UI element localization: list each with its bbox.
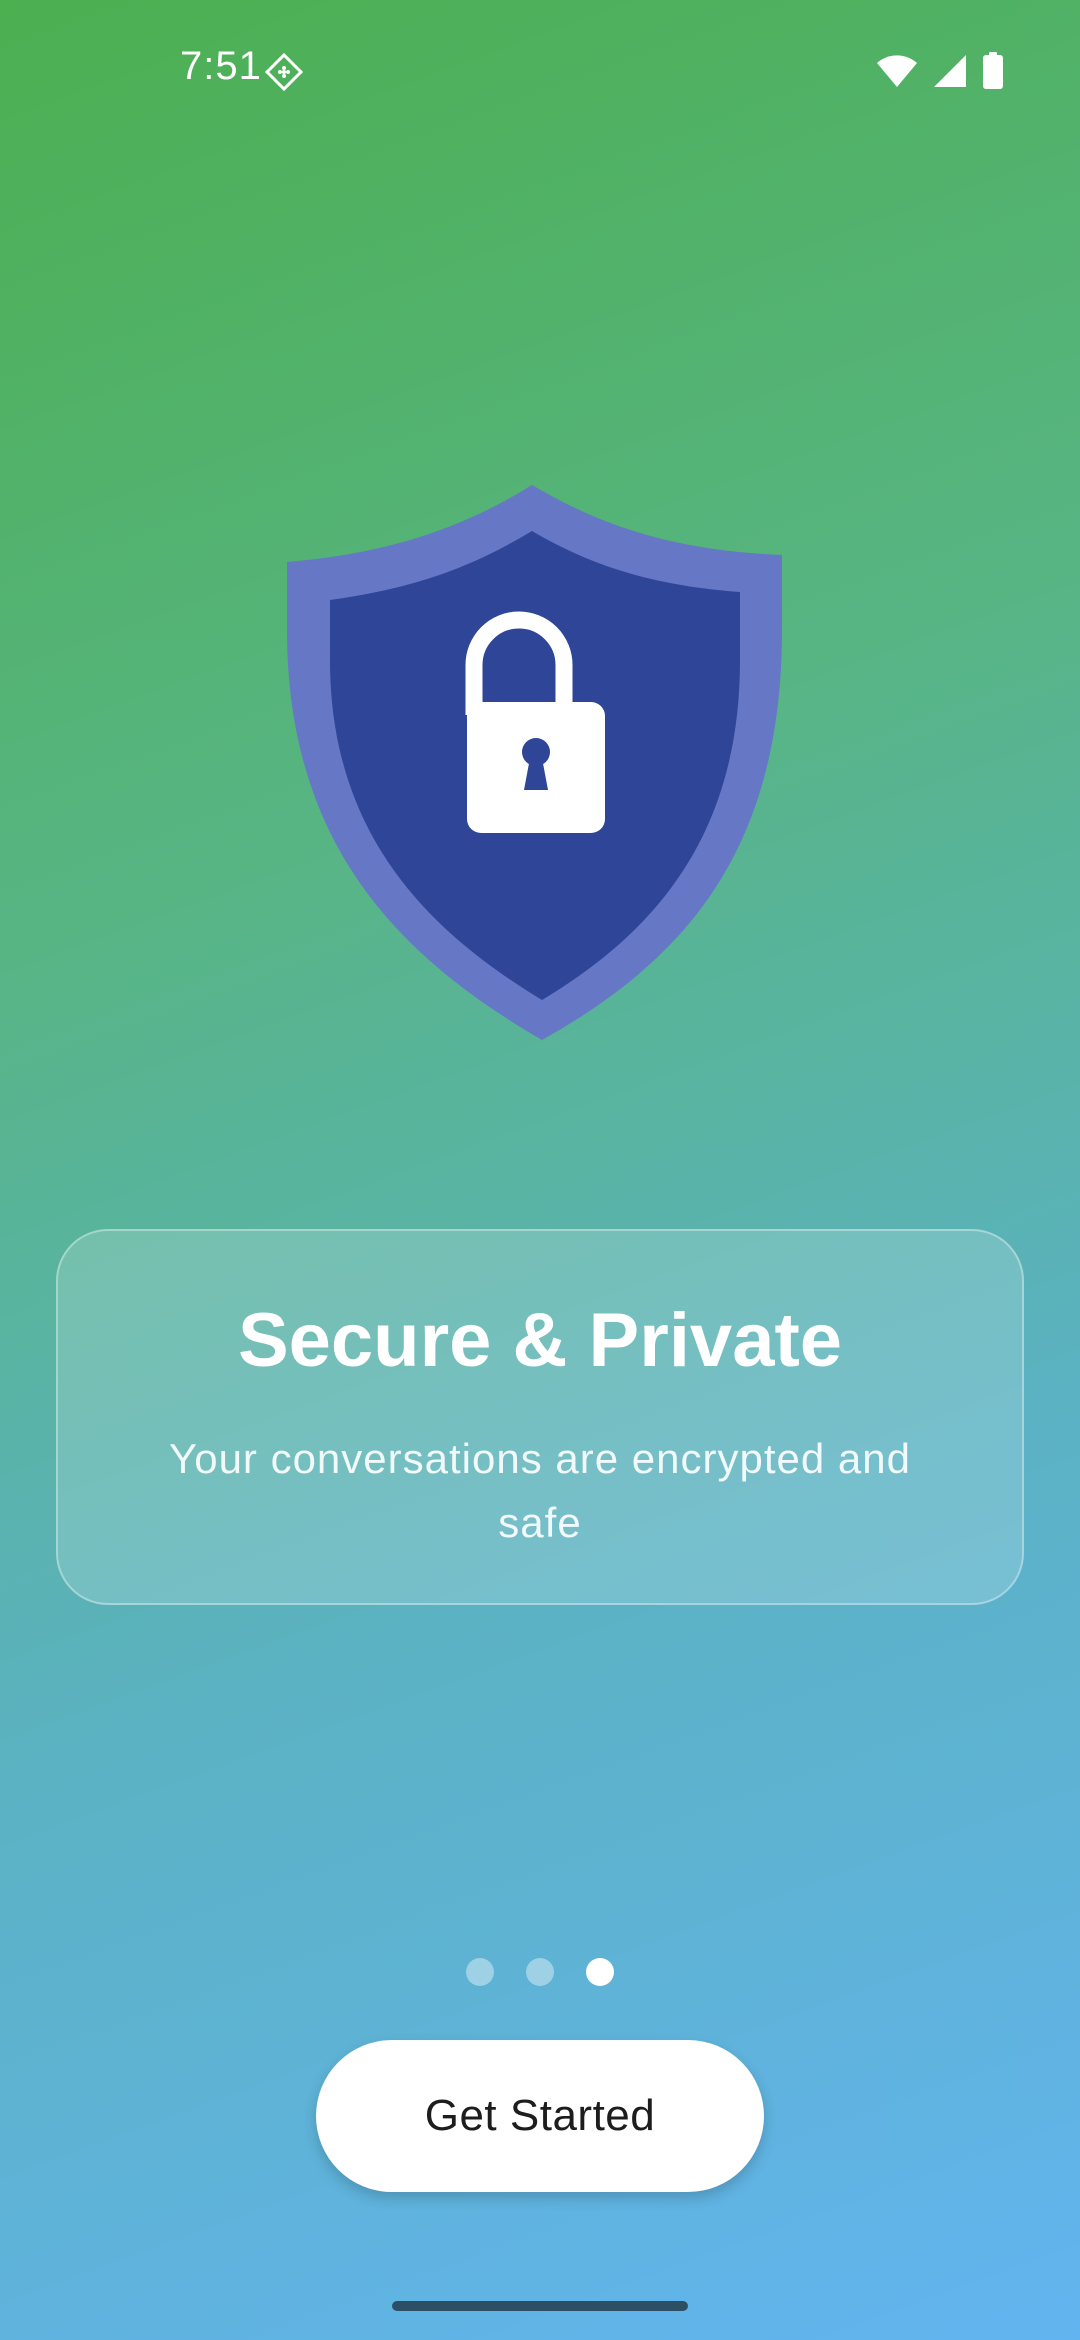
- battery-icon: [982, 52, 1004, 90]
- status-bar: 7:51: [0, 0, 1080, 140]
- home-indicator[interactable]: [392, 2301, 688, 2311]
- page-dot-1[interactable]: [466, 1958, 494, 1986]
- cell-signal-icon: [932, 53, 968, 89]
- page-dot-3-active[interactable]: [586, 1958, 614, 1986]
- card-title: Secure & Private: [237, 1298, 843, 1383]
- card-subtitle: Your conversations are encrypted and saf…: [169, 1435, 911, 1546]
- status-time: 7:51: [180, 44, 262, 88]
- page-indicator: [0, 1958, 1080, 1986]
- notification-app-icon: [264, 52, 304, 92]
- status-icons: [876, 52, 1004, 90]
- page-dot-2[interactable]: [526, 1958, 554, 1986]
- info-card: Secure & Private Your conversations are …: [56, 1229, 1024, 1605]
- shield-lock-icon: [285, 480, 785, 1045]
- wifi-icon: [876, 53, 918, 89]
- get-started-button[interactable]: Get Started: [316, 2040, 764, 2192]
